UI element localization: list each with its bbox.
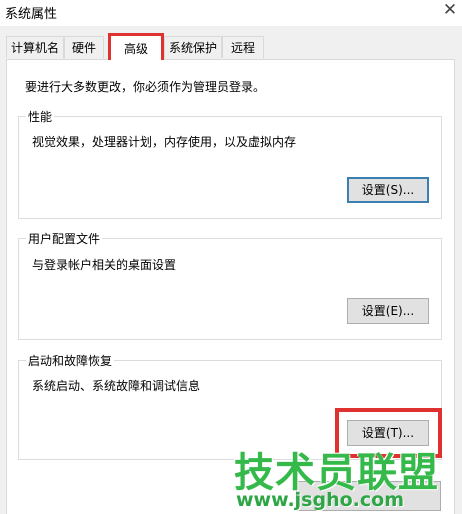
user-profiles-group	[18, 238, 442, 340]
startup-recovery-group-title: 启动和故障恢复	[26, 352, 115, 369]
user-profiles-group-title: 用户配置文件	[26, 230, 103, 247]
user-profiles-description: 与登录帐户相关的桌面设置	[32, 258, 177, 272]
startup-recovery-description: 系统启动、系统故障和调试信息	[32, 379, 201, 393]
tab-system-protection[interactable]: 系统保护	[164, 36, 222, 58]
tab-advanced[interactable]: 高级	[108, 33, 164, 60]
watermark-url: www.jsgho.com	[236, 489, 404, 511]
performance-group-title: 性能	[26, 108, 55, 125]
performance-description: 视觉效果，处理器计划，内存使用，以及虚拟内存	[32, 135, 297, 149]
user-profiles-settings-button[interactable]: 设置(E)...	[347, 298, 429, 324]
tab-hardware[interactable]: 硬件	[64, 36, 104, 58]
performance-group	[18, 116, 442, 219]
window-title: 系统属性	[5, 7, 58, 22]
tab-computer-name[interactable]: 计算机名	[6, 36, 64, 58]
tab-remote[interactable]: 远程	[222, 36, 264, 58]
performance-settings-button[interactable]: 设置(S)...	[347, 177, 429, 203]
admin-note: 要进行大多数更改，你必须作为管理员登录。	[25, 80, 266, 94]
close-icon[interactable]: ✕	[438, 0, 462, 22]
